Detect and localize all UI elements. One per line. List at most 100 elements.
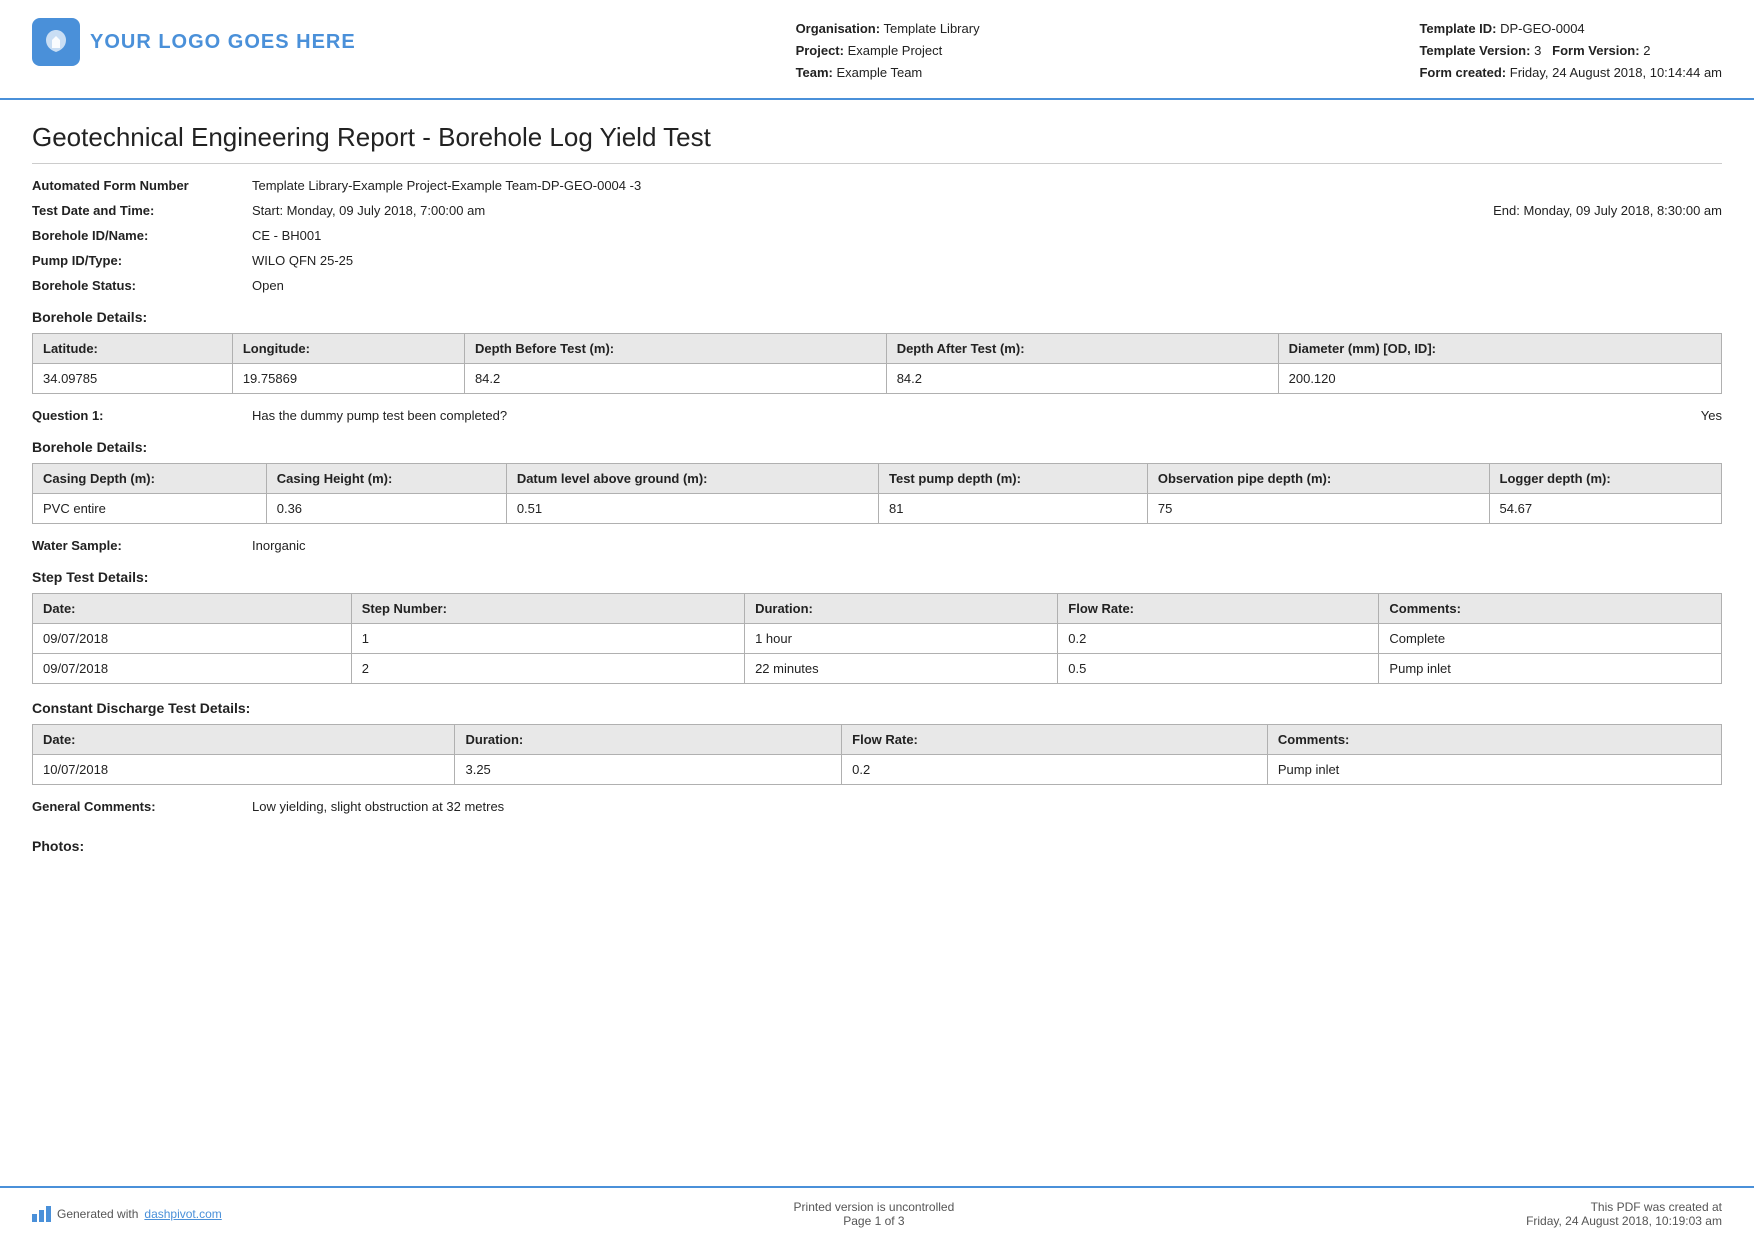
step-cell-1-1: 2 <box>351 654 744 684</box>
borehole-status-label: Borehole Status: <box>32 278 252 293</box>
project-value: Example Project <box>848 43 943 58</box>
org-line: Organisation: Template Library <box>796 18 980 40</box>
team-label: Team: <box>796 65 833 80</box>
main-content: Geotechnical Engineering Report - Boreho… <box>0 100 1754 882</box>
borehole-id-value: CE - BH001 <box>252 228 321 243</box>
constant-discharge-header-row: Date: Duration: Flow Rate: Comments: <box>33 725 1722 755</box>
page: YOUR LOGO GOES HERE Organisation: Templa… <box>0 0 1754 1240</box>
cell-test-pump-depth: 81 <box>879 494 1148 524</box>
step-test-row-1: 09/07/2018222 minutes0.5Pump inlet <box>33 654 1722 684</box>
footer-right-line2: Friday, 24 August 2018, 10:19:03 am <box>1526 1214 1722 1228</box>
report-title: Geotechnical Engineering Report - Boreho… <box>32 122 1722 164</box>
question1-label: Question 1: <box>32 408 252 423</box>
step-col-step-number: Step Number: <box>351 594 744 624</box>
borehole-table-2-data-row: PVC entire 0.36 0.51 81 75 54.67 <box>33 494 1722 524</box>
footer-center: Printed version is uncontrolled Page 1 o… <box>794 1200 955 1228</box>
question1-row: Question 1: Has the dummy pump test been… <box>32 408 1722 423</box>
borehole-table-2-header-row: Casing Depth (m): Casing Height (m): Dat… <box>33 464 1722 494</box>
team-line: Team: Example Team <box>796 62 980 84</box>
col-logger-depth: Logger depth (m): <box>1489 464 1721 494</box>
org-value: Template Library <box>883 21 979 36</box>
cell-obs-pipe-depth: 75 <box>1147 494 1489 524</box>
header-right: Template ID: DP-GEO-0004 Template Versio… <box>1419 18 1722 84</box>
water-sample-row: Water Sample: Inorganic <box>32 538 1722 553</box>
test-date-label: Test Date and Time: <box>32 203 252 218</box>
water-sample-label: Water Sample: <box>32 538 252 553</box>
col-obs-pipe-depth: Observation pipe depth (m): <box>1147 464 1489 494</box>
step-cell-0-0: 09/07/2018 <box>33 624 352 654</box>
step-cell-1-4: Pump inlet <box>1379 654 1722 684</box>
step-col-flow-rate: Flow Rate: <box>1058 594 1379 624</box>
col-depth-after: Depth After Test (m): <box>886 334 1278 364</box>
logo-area: YOUR LOGO GOES HERE <box>32 18 356 66</box>
footer-bar-icon <box>32 1206 51 1222</box>
step-cell-0-1: 1 <box>351 624 744 654</box>
template-id-label: Template ID: <box>1419 21 1496 36</box>
cell-depth-after: 84.2 <box>886 364 1278 394</box>
borehole-id-row: Borehole ID/Name: CE - BH001 <box>32 228 1722 243</box>
form-version-label: Form Version: <box>1552 43 1639 58</box>
pump-id-label: Pump ID/Type: <box>32 253 252 268</box>
logo-icon <box>32 18 80 66</box>
automated-form-value: Template Library-Example Project-Example… <box>252 178 641 193</box>
cd-row-0: 10/07/20183.250.2Pump inlet <box>33 755 1722 785</box>
question1-answer: Yes <box>1701 408 1722 423</box>
project-line: Project: Example Project <box>796 40 980 62</box>
footer-center-line1: Printed version is uncontrolled <box>794 1200 955 1214</box>
step-col-duration: Duration: <box>745 594 1058 624</box>
template-version-label: Template Version: <box>1419 43 1530 58</box>
step-cell-1-2: 22 minutes <box>745 654 1058 684</box>
constant-discharge-table: Date: Duration: Flow Rate: Comments: 10/… <box>32 724 1722 785</box>
cd-cell-0-1: 3.25 <box>455 755 842 785</box>
cd-col-comments: Comments: <box>1267 725 1721 755</box>
borehole-table-1: Latitude: Longitude: Depth Before Test (… <box>32 333 1722 394</box>
question1-text: Has the dummy pump test been completed? <box>252 408 1701 423</box>
test-date-row: Test Date and Time: Start: Monday, 09 Ju… <box>32 203 1722 218</box>
col-casing-depth: Casing Depth (m): <box>33 464 267 494</box>
col-datum-level: Datum level above ground (m): <box>506 464 878 494</box>
general-comments-value: Low yielding, slight obstruction at 32 m… <box>252 799 504 814</box>
step-cell-1-3: 0.5 <box>1058 654 1379 684</box>
cd-cell-0-3: Pump inlet <box>1267 755 1721 785</box>
borehole-status-value: Open <box>252 278 284 293</box>
form-created-label: Form created: <box>1419 65 1506 80</box>
bar3 <box>46 1206 51 1222</box>
col-longitude: Longitude: <box>232 334 464 364</box>
general-comments-row: General Comments: Low yielding, slight o… <box>32 799 1722 814</box>
col-casing-height: Casing Height (m): <box>266 464 506 494</box>
step-col-date: Date: <box>33 594 352 624</box>
form-created-value: Friday, 24 August 2018, 10:14:44 am <box>1510 65 1722 80</box>
footer-right-line1: This PDF was created at <box>1526 1200 1722 1214</box>
template-version-value: 3 <box>1534 43 1541 58</box>
template-id-line: Template ID: DP-GEO-0004 <box>1419 18 1722 40</box>
cd-col-duration: Duration: <box>455 725 842 755</box>
header: YOUR LOGO GOES HERE Organisation: Templa… <box>0 0 1754 100</box>
step-col-comments: Comments: <box>1379 594 1722 624</box>
logo-text: YOUR LOGO GOES HERE <box>90 31 356 54</box>
step-cell-0-4: Complete <box>1379 624 1722 654</box>
cell-casing-depth: PVC entire <box>33 494 267 524</box>
step-cell-0-2: 1 hour <box>745 624 1058 654</box>
cell-datum-level: 0.51 <box>506 494 878 524</box>
pump-id-value: WILO QFN 25-25 <box>252 253 353 268</box>
step-cell-0-3: 0.2 <box>1058 624 1379 654</box>
borehole-details-title-1: Borehole Details: <box>32 309 1722 325</box>
automated-form-row: Automated Form Number Template Library-E… <box>32 178 1722 193</box>
cd-col-date: Date: <box>33 725 455 755</box>
footer-right: This PDF was created at Friday, 24 Augus… <box>1526 1200 1722 1228</box>
footer-generated-text: Generated with <box>57 1207 138 1221</box>
footer-dashpivot-link[interactable]: dashpivot.com <box>144 1207 221 1221</box>
version-line: Template Version: 3 Form Version: 2 <box>1419 40 1722 62</box>
project-label: Project: <box>796 43 844 58</box>
borehole-status-row: Borehole Status: Open <box>32 278 1722 293</box>
col-diameter: Diameter (mm) [OD, ID]: <box>1278 334 1721 364</box>
footer-center-line2: Page 1 of 3 <box>794 1214 955 1228</box>
cell-longitude: 19.75869 <box>232 364 464 394</box>
org-label: Organisation: <box>796 21 881 36</box>
general-comments-label: General Comments: <box>32 799 252 814</box>
test-date-end: End: Monday, 09 July 2018, 8:30:00 am <box>1493 203 1722 218</box>
step-test-title: Step Test Details: <box>32 569 1722 585</box>
borehole-table-1-header-row: Latitude: Longitude: Depth Before Test (… <box>33 334 1722 364</box>
test-date-start: Start: Monday, 09 July 2018, 7:00:00 am <box>252 203 1493 218</box>
form-created-line: Form created: Friday, 24 August 2018, 10… <box>1419 62 1722 84</box>
